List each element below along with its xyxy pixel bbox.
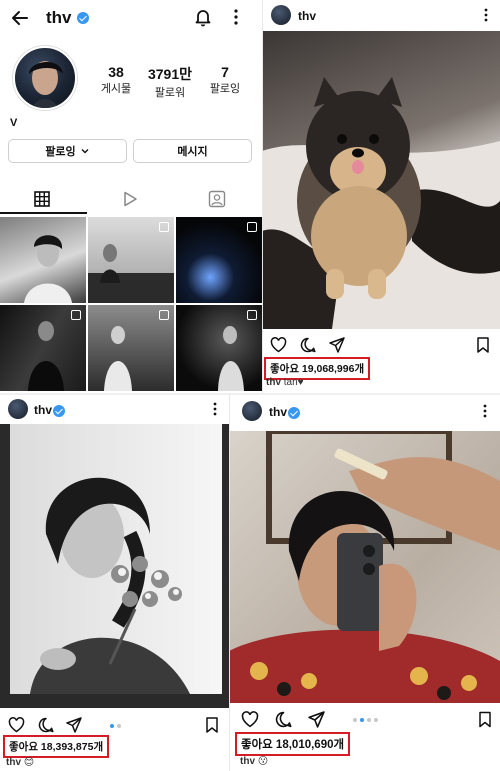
- following-button-label: 팔로잉: [45, 146, 76, 158]
- profile-display-name: V: [10, 117, 18, 129]
- likes-count[interactable]: 좋아요 18,010,690개: [235, 732, 351, 756]
- multi-photo-icon: [71, 310, 81, 320]
- stat-followers-count: 3791만: [147, 66, 193, 82]
- caption-username[interactable]: thv: [240, 756, 255, 767]
- grid-post-3[interactable]: [176, 217, 262, 303]
- profile-avatar[interactable]: [13, 46, 77, 110]
- send-icon[interactable]: [308, 711, 325, 733]
- grid-post-6[interactable]: [176, 305, 262, 391]
- active-tab-indicator: [0, 212, 87, 214]
- post-avatar[interactable]: [8, 399, 28, 419]
- comment-icon[interactable]: [300, 337, 316, 358]
- grid-post-5[interactable]: [88, 305, 174, 391]
- grid-post-4[interactable]: [0, 305, 86, 391]
- post-avatar[interactable]: [271, 5, 291, 25]
- multi-photo-icon: [159, 310, 169, 320]
- more-vertical-icon[interactable]: [483, 8, 489, 27]
- carousel-dot-active: [360, 718, 364, 722]
- profile-screen: thv 38 게시물 3791만 팔로워 7 팔로잉 V 팔로잉 메시지: [0, 0, 262, 393]
- verified-badge-icon: [288, 407, 300, 419]
- post-photo-flowers[interactable]: [0, 424, 229, 708]
- heart-icon[interactable]: [241, 711, 259, 733]
- caption-username[interactable]: thv: [266, 377, 281, 388]
- following-button[interactable]: 팔로잉: [8, 139, 127, 163]
- carousel-dot: [367, 718, 371, 722]
- bookmark-icon[interactable]: [478, 711, 492, 733]
- back-arrow-icon[interactable]: [10, 8, 30, 33]
- post-panel-2: thv 좋아요 18,393,875개 thv 😊: [0, 393, 229, 771]
- carousel-dot: [353, 718, 357, 722]
- verified-badge-icon: [76, 12, 89, 24]
- bookmark-icon[interactable]: [205, 717, 219, 738]
- multi-photo-icon: [247, 310, 257, 320]
- multi-photo-icon: [247, 222, 257, 232]
- divider: [229, 393, 230, 771]
- post-avatar[interactable]: [242, 401, 262, 421]
- multi-photo-icon: [159, 222, 169, 232]
- followers-stat[interactable]: 3791만 팔로워: [144, 64, 196, 100]
- tagged-icon[interactable]: [208, 190, 226, 213]
- caption-username[interactable]: thv: [6, 757, 21, 768]
- divider: [0, 393, 500, 395]
- post-username[interactable]: thv: [34, 403, 52, 417]
- profile-username: thv: [46, 8, 72, 27]
- message-button[interactable]: 메시지: [133, 139, 252, 163]
- more-vertical-icon[interactable]: [233, 9, 239, 30]
- following-stat[interactable]: 7 팔로잉: [208, 64, 242, 96]
- verified-badge-icon: [53, 405, 65, 417]
- bell-icon[interactable]: [193, 7, 213, 32]
- grid-post-2[interactable]: [88, 217, 174, 303]
- reels-icon[interactable]: [121, 190, 139, 213]
- divider: [262, 0, 263, 393]
- grid-post-1[interactable]: [0, 217, 86, 303]
- stat-posts-label: 게시물: [100, 83, 132, 95]
- likes-count[interactable]: 좋아요 18,393,875개: [3, 735, 110, 758]
- carousel-indicator: [110, 724, 121, 728]
- caption-text: 😊: [23, 757, 35, 768]
- carousel-dot: [374, 718, 378, 722]
- stat-following-count: 7: [221, 64, 229, 80]
- post-panel-3: thv 좋아요 18,010,690개 thv 😗: [229, 393, 500, 771]
- more-vertical-icon[interactable]: [212, 402, 218, 421]
- heart-icon[interactable]: [270, 337, 287, 358]
- more-vertical-icon[interactable]: [482, 404, 488, 423]
- comment-icon[interactable]: [275, 711, 292, 733]
- carousel-dot-active: [110, 724, 114, 728]
- bookmark-icon[interactable]: [476, 337, 490, 358]
- carousel-dot: [117, 724, 121, 728]
- stat-following-label: 팔로잉: [209, 83, 241, 95]
- post-photo-selfie[interactable]: [229, 428, 500, 703]
- post-panel-1: thv 좋아요 19,068,996개 thv tan♥: [262, 0, 500, 393]
- caption-text: tan♥: [283, 377, 304, 388]
- post-photo-dog[interactable]: [262, 31, 500, 329]
- send-icon[interactable]: [329, 337, 345, 358]
- grid-icon[interactable]: [34, 191, 50, 212]
- stat-followers-label: 팔로워: [154, 87, 186, 99]
- post-username[interactable]: thv: [298, 9, 316, 23]
- carousel-indicator: [353, 718, 378, 722]
- stat-posts-count: 38: [108, 64, 124, 80]
- caption-text: 😗: [257, 756, 269, 767]
- post-username[interactable]: thv: [269, 405, 287, 419]
- chevron-down-icon: [81, 149, 89, 154]
